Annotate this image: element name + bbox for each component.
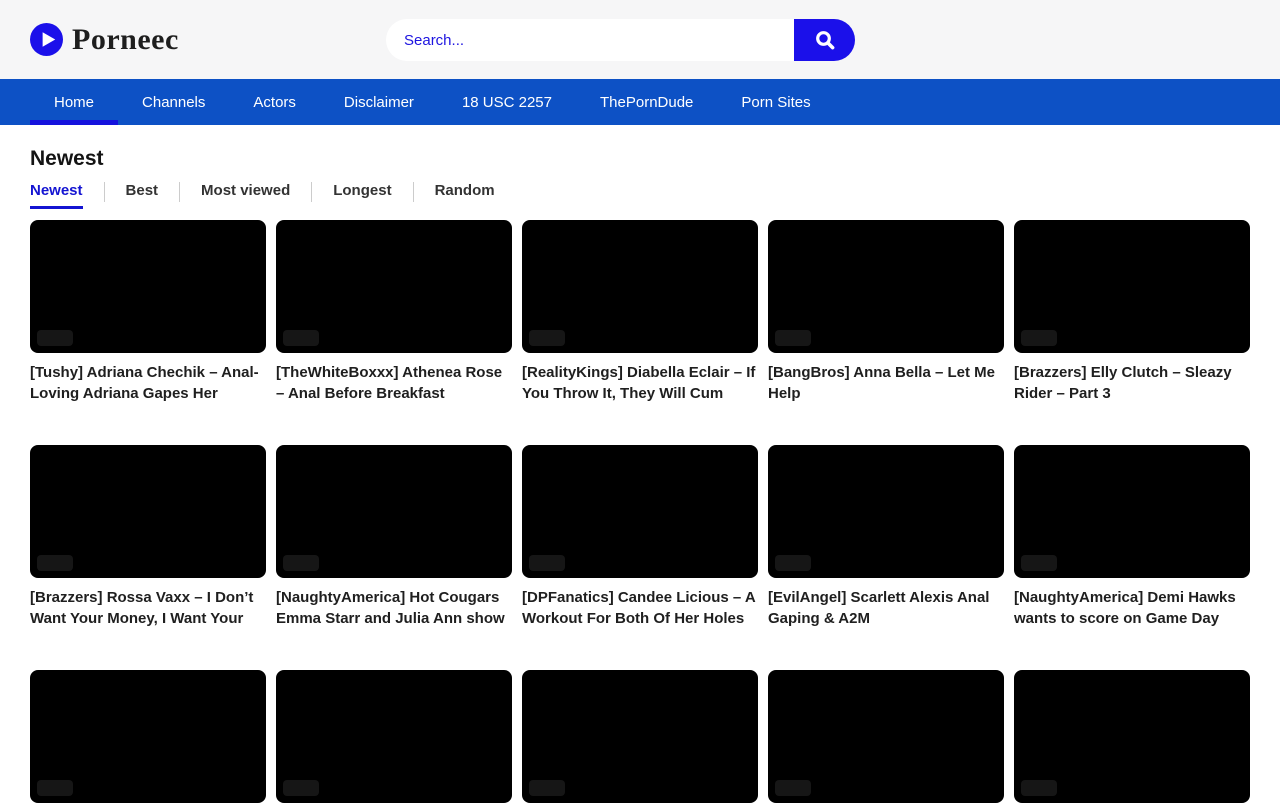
search-button[interactable] [794, 19, 855, 61]
video-card[interactable] [1014, 670, 1250, 812]
duration-badge [37, 780, 73, 796]
video-thumbnail[interactable] [30, 670, 266, 803]
nav-item-disclaimer[interactable]: Disclaimer [320, 79, 438, 125]
nav-item-18-usc-2257[interactable]: 18 USC 2257 [438, 79, 576, 125]
duration-badge [529, 555, 565, 571]
video-title[interactable]: [NaughtyAmerica] Hot Cougars Emma Starr … [276, 587, 512, 629]
video-card[interactable]: [Tushy] Adriana Chechik – Anal-Loving Ad… [30, 220, 266, 404]
video-card[interactable]: [NaughtyAmerica] Demi Hawks wants to sco… [1014, 445, 1250, 629]
duration-badge [529, 330, 565, 346]
video-thumbnail[interactable] [276, 445, 512, 578]
video-card[interactable] [276, 670, 512, 812]
tab-divider [413, 182, 414, 202]
video-card[interactable]: [Brazzers] Rossa Vaxx – I Don’t Want You… [30, 445, 266, 629]
duration-badge [775, 555, 811, 571]
video-card[interactable] [768, 670, 1004, 812]
video-card[interactable]: [Brazzers] Elly Clutch – Sleazy Rider – … [1014, 220, 1250, 404]
video-title[interactable]: [EvilAngel] Scarlett Alexis Anal Gaping … [768, 587, 1004, 629]
video-thumbnail[interactable] [768, 670, 1004, 803]
video-card[interactable] [30, 670, 266, 812]
video-thumbnail[interactable] [1014, 445, 1250, 578]
video-title[interactable]: [NaughtyAmerica] Demi Hawks wants to sco… [1014, 587, 1250, 629]
video-thumbnail[interactable] [30, 220, 266, 353]
video-thumbnail[interactable] [522, 445, 758, 578]
duration-badge [529, 780, 565, 796]
play-icon [30, 23, 63, 56]
video-thumbnail[interactable] [1014, 220, 1250, 353]
nav-item-porn-sites[interactable]: Porn Sites [717, 79, 834, 125]
video-card[interactable]: [NaughtyAmerica] Hot Cougars Emma Starr … [276, 445, 512, 629]
nav-item-actors[interactable]: Actors [229, 79, 320, 125]
site-header: Porneec [0, 0, 1280, 79]
video-card[interactable] [522, 670, 758, 812]
duration-badge [37, 330, 73, 346]
video-card[interactable]: [DPFanatics] Candee Licious – A Workout … [522, 445, 758, 629]
video-thumbnail[interactable] [276, 220, 512, 353]
tab-divider [104, 182, 105, 202]
nav-item-channels[interactable]: Channels [118, 79, 229, 125]
video-thumbnail[interactable] [522, 670, 758, 803]
nav-item-theporndude[interactable]: ThePornDude [576, 79, 717, 125]
tab-divider [311, 182, 312, 202]
video-title[interactable]: [Brazzers] Elly Clutch – Sleazy Rider – … [1014, 362, 1250, 404]
search-input[interactable] [386, 19, 794, 61]
search-bar [386, 19, 855, 61]
duration-badge [283, 780, 319, 796]
video-card[interactable]: [RealityKings] Diabella Eclair – If You … [522, 220, 758, 404]
video-card[interactable]: [BangBros] Anna Bella – Let Me Help [768, 220, 1004, 404]
sort-tabs: Newest Best Most viewed Longest Random [30, 182, 1250, 209]
tab-best[interactable]: Best [126, 182, 159, 209]
duration-badge [283, 555, 319, 571]
page-title: Newest [30, 147, 1250, 171]
video-card[interactable]: [TheWhiteBoxxx] Athenea Rose – Anal Befo… [276, 220, 512, 404]
main-nav: Home Channels Actors Disclaimer 18 USC 2… [0, 79, 1280, 125]
video-title[interactable]: [TheWhiteBoxxx] Athenea Rose – Anal Befo… [276, 362, 512, 404]
video-thumbnail[interactable] [768, 220, 1004, 353]
video-card[interactable]: [EvilAngel] Scarlett Alexis Anal Gaping … [768, 445, 1004, 629]
duration-badge [1021, 555, 1057, 571]
brand-logo[interactable]: Porneec [30, 23, 179, 57]
duration-badge [1021, 780, 1057, 796]
nav-item-home[interactable]: Home [30, 79, 118, 125]
tab-most-viewed[interactable]: Most viewed [201, 182, 290, 209]
tab-divider [179, 182, 180, 202]
tab-longest[interactable]: Longest [333, 182, 391, 209]
duration-badge [1021, 330, 1057, 346]
tab-newest[interactable]: Newest [30, 182, 83, 209]
video-title[interactable]: [Brazzers] Rossa Vaxx – I Don’t Want You… [30, 587, 266, 629]
duration-badge [37, 555, 73, 571]
video-title[interactable]: [RealityKings] Diabella Eclair – If You … [522, 362, 758, 404]
video-thumbnail[interactable] [276, 670, 512, 803]
video-thumbnail[interactable] [30, 445, 266, 578]
search-icon [814, 29, 836, 51]
video-grid: [Tushy] Adriana Chechik – Anal-Loving Ad… [30, 220, 1250, 812]
video-title[interactable]: [Tushy] Adriana Chechik – Anal-Loving Ad… [30, 362, 266, 404]
tab-random[interactable]: Random [435, 182, 495, 209]
brand-name: Porneec [72, 23, 179, 57]
video-thumbnail[interactable] [1014, 670, 1250, 803]
main-content: Newest Newest Best Most viewed Longest R… [0, 147, 1280, 812]
video-title[interactable]: [DPFanatics] Candee Licious – A Workout … [522, 587, 758, 629]
video-title[interactable]: [BangBros] Anna Bella – Let Me Help [768, 362, 1004, 404]
video-thumbnail[interactable] [768, 445, 1004, 578]
video-thumbnail[interactable] [522, 220, 758, 353]
duration-badge [775, 780, 811, 796]
duration-badge [775, 330, 811, 346]
duration-badge [283, 330, 319, 346]
